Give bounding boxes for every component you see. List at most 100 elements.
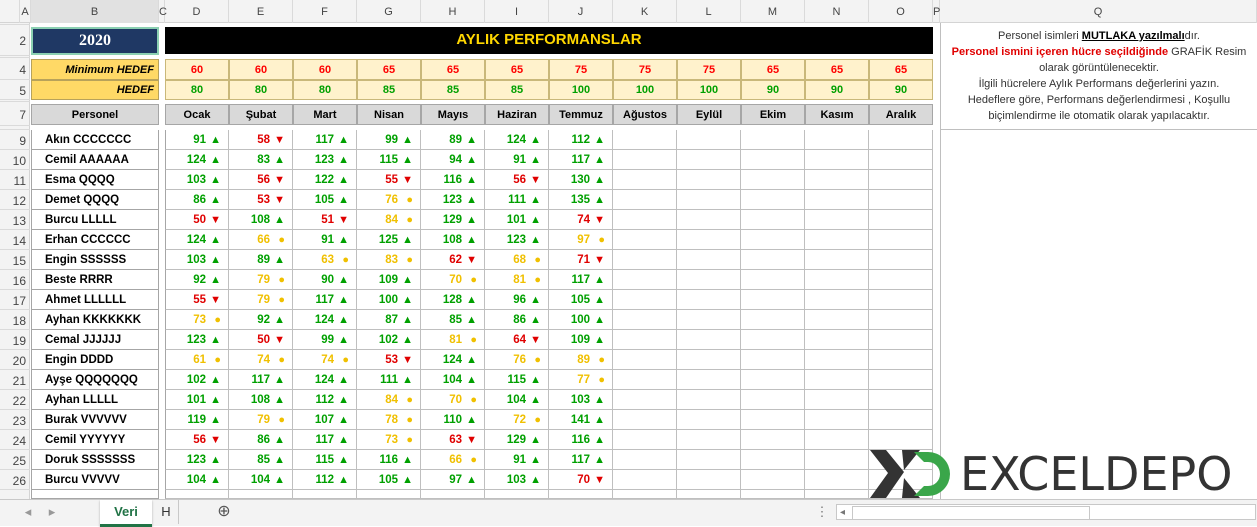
min-hedef-value[interactable]: 65 bbox=[485, 59, 549, 80]
min-hedef-value[interactable]: 60 bbox=[229, 59, 293, 80]
performance-cell[interactable]: 124 ▲ bbox=[293, 370, 357, 390]
performance-cell[interactable]: 76 ● bbox=[485, 350, 549, 370]
performance-cell[interactable]: 116 ▲ bbox=[421, 170, 485, 190]
min-hedef-value[interactable]: 60 bbox=[293, 59, 357, 80]
row-header-22[interactable]: 22 bbox=[0, 390, 30, 410]
performance-cell[interactable] bbox=[677, 270, 741, 290]
personel-name-cell[interactable]: Akın CCCCCCC bbox=[31, 130, 159, 150]
performance-cell[interactable] bbox=[613, 170, 677, 190]
performance-cell[interactable]: 124 ▲ bbox=[421, 350, 485, 370]
performance-cell[interactable] bbox=[677, 190, 741, 210]
performance-cell[interactable] bbox=[741, 230, 805, 250]
performance-cell[interactable] bbox=[613, 190, 677, 210]
performance-cell[interactable] bbox=[869, 410, 933, 430]
performance-cell[interactable]: 70 ● bbox=[421, 270, 485, 290]
performance-cell[interactable] bbox=[741, 410, 805, 430]
min-hedef-value[interactable]: 65 bbox=[805, 59, 869, 80]
hedef-value[interactable]: 100 bbox=[549, 80, 613, 100]
row-header-23[interactable]: 23 bbox=[0, 410, 30, 430]
performance-cell[interactable]: 81 ● bbox=[421, 330, 485, 350]
performance-cell[interactable] bbox=[613, 430, 677, 450]
row-header-18[interactable]: 18 bbox=[0, 310, 30, 330]
personel-name-cell[interactable]: Cemil YYYYYY bbox=[31, 430, 159, 450]
performance-cell[interactable]: 105 ▲ bbox=[549, 290, 613, 310]
performance-cell[interactable] bbox=[805, 350, 869, 370]
performance-cell[interactable] bbox=[613, 470, 677, 490]
hedef-value[interactable]: 100 bbox=[677, 80, 741, 100]
performance-cell[interactable] bbox=[869, 210, 933, 230]
column-header-g[interactable]: G bbox=[357, 0, 421, 23]
performance-cell[interactable] bbox=[869, 370, 933, 390]
performance-cell[interactable]: 122 ▲ bbox=[293, 170, 357, 190]
performance-cell[interactable] bbox=[869, 350, 933, 370]
scroll-right-icon[interactable]: ▸ bbox=[42, 500, 62, 524]
column-header-d[interactable]: D bbox=[165, 0, 229, 23]
performance-cell[interactable]: 103 ▲ bbox=[549, 390, 613, 410]
performance-cell[interactable] bbox=[741, 350, 805, 370]
performance-cell[interactable]: 74 ● bbox=[293, 350, 357, 370]
performance-cell[interactable] bbox=[677, 350, 741, 370]
performance-cell[interactable]: 53 ▼ bbox=[357, 350, 421, 370]
performance-cell[interactable]: 104 ▲ bbox=[165, 470, 229, 490]
performance-cell[interactable] bbox=[677, 490, 741, 499]
performance-cell[interactable]: 83 ● bbox=[357, 250, 421, 270]
performance-cell[interactable] bbox=[869, 250, 933, 270]
performance-cell[interactable] bbox=[677, 150, 741, 170]
performance-cell[interactable]: 112 ▲ bbox=[293, 390, 357, 410]
row-header-17[interactable]: 17 bbox=[0, 290, 30, 310]
performance-cell[interactable]: 91 ▲ bbox=[485, 450, 549, 470]
performance-cell[interactable] bbox=[613, 130, 677, 150]
min-hedef-value[interactable]: 65 bbox=[357, 59, 421, 80]
performance-cell[interactable] bbox=[677, 430, 741, 450]
performance-cell[interactable] bbox=[613, 370, 677, 390]
personel-name-cell[interactable]: Erhan CCCCCC bbox=[31, 230, 159, 250]
performance-cell[interactable] bbox=[805, 250, 869, 270]
performance-cell[interactable] bbox=[741, 190, 805, 210]
performance-cell[interactable] bbox=[869, 190, 933, 210]
column-header-p[interactable]: P bbox=[933, 0, 940, 23]
performance-cell[interactable] bbox=[741, 330, 805, 350]
performance-cell[interactable]: 107 ▲ bbox=[293, 410, 357, 430]
performance-cell[interactable]: 73 ● bbox=[165, 310, 229, 330]
performance-cell[interactable] bbox=[805, 390, 869, 410]
row-header-15[interactable]: 15 bbox=[0, 250, 30, 270]
performance-cell[interactable] bbox=[805, 170, 869, 190]
min-hedef-value[interactable]: 65 bbox=[421, 59, 485, 80]
performance-cell[interactable]: 50 ▼ bbox=[229, 330, 293, 350]
performance-cell[interactable] bbox=[805, 150, 869, 170]
performance-cell[interactable]: 129 ▲ bbox=[485, 430, 549, 450]
performance-cell[interactable]: 105 ▲ bbox=[357, 470, 421, 490]
performance-cell[interactable]: 128 ▲ bbox=[421, 290, 485, 310]
row-header-24[interactable]: 24 bbox=[0, 430, 30, 450]
column-header-k[interactable]: K bbox=[613, 0, 677, 23]
performance-cell[interactable] bbox=[805, 450, 869, 470]
performance-cell[interactable]: 72 ● bbox=[485, 410, 549, 430]
performance-cell[interactable] bbox=[805, 190, 869, 210]
column-header-o[interactable]: O bbox=[869, 0, 933, 23]
performance-cell[interactable]: 56 ▼ bbox=[165, 430, 229, 450]
performance-cell[interactable] bbox=[805, 210, 869, 230]
performance-cell[interactable] bbox=[357, 490, 421, 499]
personel-name-cell[interactable]: Burcu VVVVV bbox=[31, 470, 159, 490]
performance-cell[interactable] bbox=[869, 130, 933, 150]
column-header-e[interactable]: E bbox=[229, 0, 293, 23]
personel-name-cell[interactable]: Cemil AAAAAA bbox=[31, 150, 159, 170]
performance-cell[interactable] bbox=[613, 250, 677, 270]
hedef-value[interactable]: 85 bbox=[485, 80, 549, 100]
performance-cell[interactable]: 79 ● bbox=[229, 270, 293, 290]
hedef-value[interactable]: 85 bbox=[421, 80, 485, 100]
personel-name-cell[interactable] bbox=[31, 490, 159, 499]
row-header-5[interactable]: 5 bbox=[0, 80, 30, 100]
performance-cell[interactable]: 104 ▲ bbox=[421, 370, 485, 390]
performance-cell[interactable]: 124 ▲ bbox=[165, 230, 229, 250]
row-header-25[interactable]: 25 bbox=[0, 450, 30, 470]
hedef-value[interactable]: 100 bbox=[613, 80, 677, 100]
column-header-n[interactable]: N bbox=[805, 0, 869, 23]
year-cell[interactable]: 2020 bbox=[31, 27, 159, 55]
performance-cell[interactable]: 85 ▲ bbox=[229, 450, 293, 470]
min-hedef-value[interactable]: 75 bbox=[677, 59, 741, 80]
performance-cell[interactable] bbox=[741, 450, 805, 470]
performance-cell[interactable] bbox=[293, 490, 357, 499]
performance-cell[interactable] bbox=[613, 290, 677, 310]
performance-cell[interactable] bbox=[869, 270, 933, 290]
